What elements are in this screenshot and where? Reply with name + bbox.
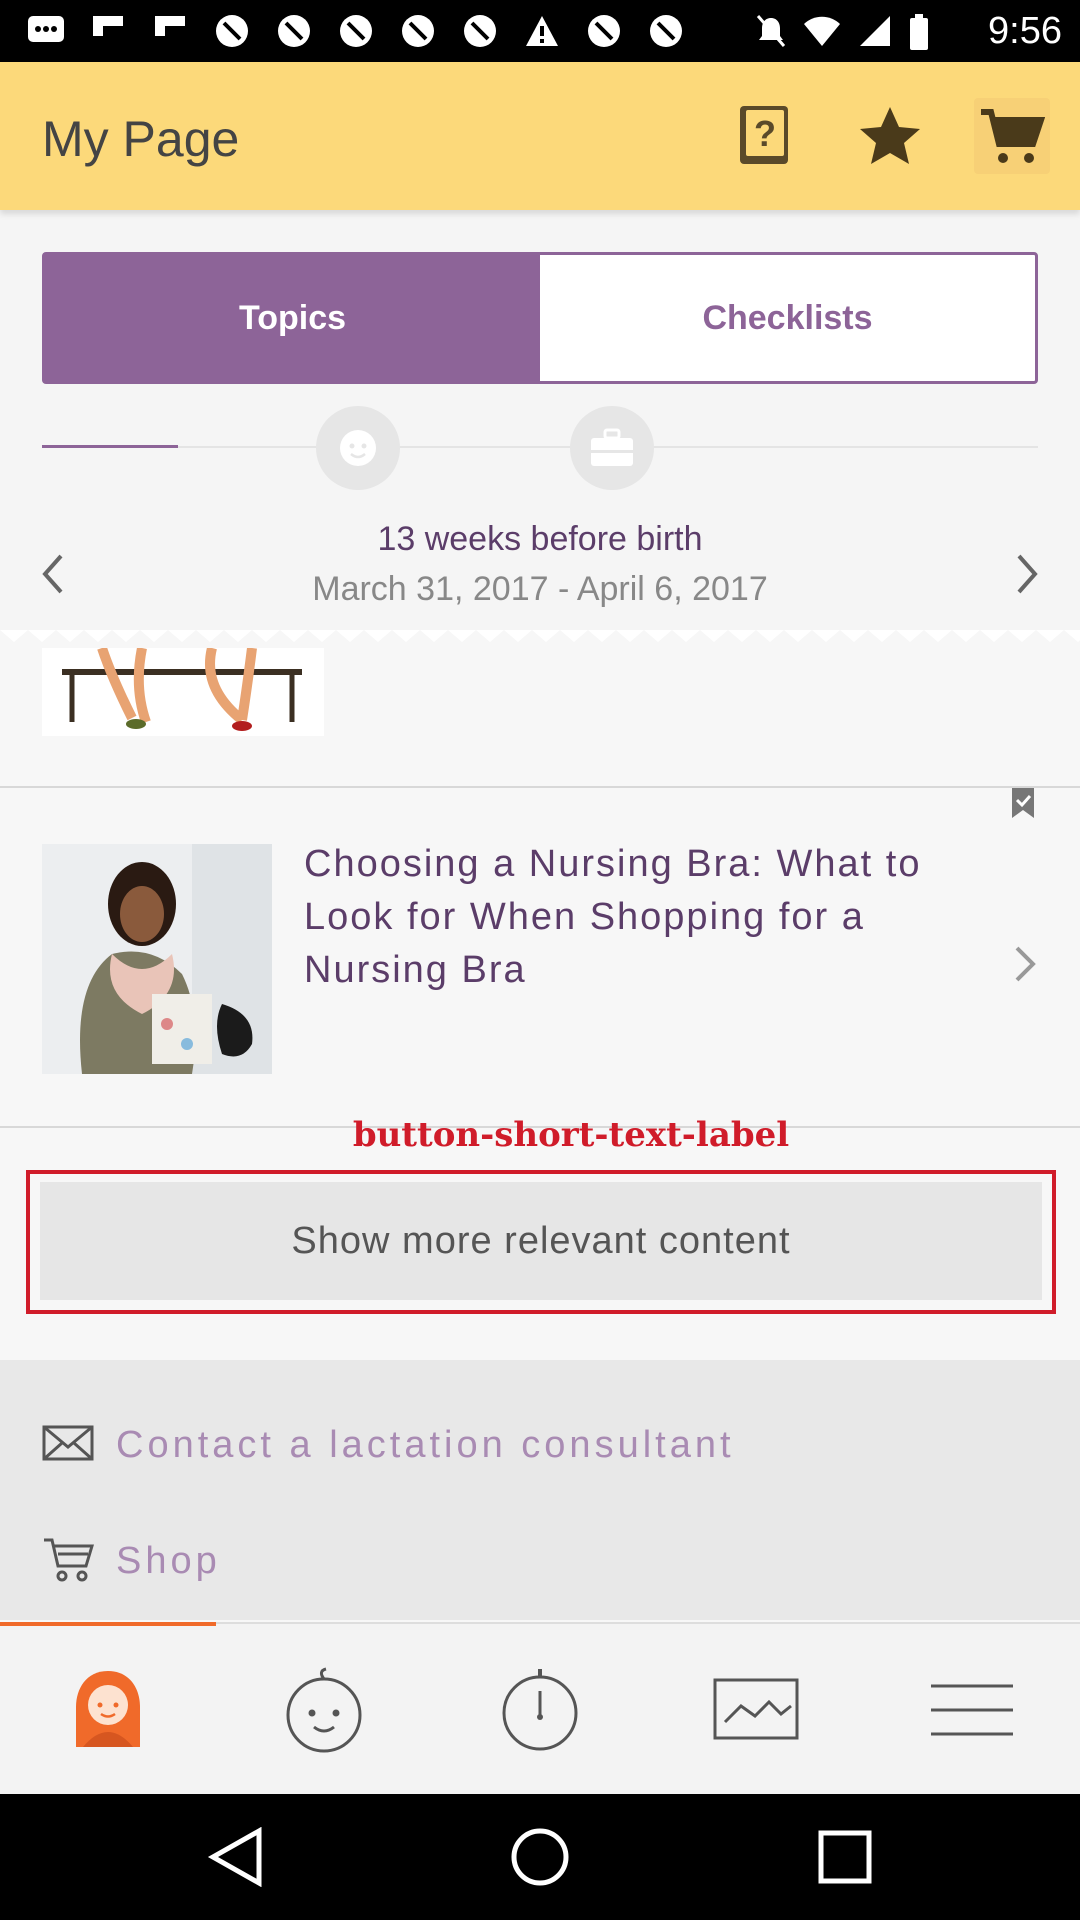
status-bar: 9:56	[0, 0, 1080, 62]
divider	[0, 786, 1080, 788]
zigzag-divider	[0, 630, 1080, 650]
no-sync-icon	[458, 12, 502, 50]
help-book-icon[interactable]: ?	[726, 98, 802, 174]
tab-topics[interactable]: Topics	[45, 255, 540, 381]
shop-link[interactable]: Shop	[42, 1526, 1042, 1596]
article-thumbnail[interactable]	[42, 844, 272, 1074]
silent-icon	[756, 14, 786, 55]
contact-lactation-label: Contact a lactation consultant	[116, 1423, 735, 1466]
timeline	[42, 400, 1038, 496]
clock: 9:56	[988, 10, 1062, 52]
baby-icon[interactable]	[274, 1660, 374, 1760]
signal-icon	[858, 14, 892, 55]
weeks-before-birth: 13 weeks before birth	[377, 520, 703, 558]
warning-icon	[520, 12, 564, 50]
battery-icon	[908, 14, 930, 55]
messages-icon	[24, 12, 68, 50]
svg-text:?: ?	[754, 113, 776, 154]
chart-icon[interactable]	[706, 1660, 806, 1760]
briefcase-icon[interactable]	[570, 406, 654, 490]
week-navigator: 13 weeks before birth March 31, 2017 - A…	[0, 510, 1080, 630]
page-title: My Page	[42, 111, 240, 167]
app-bar: My Page ?	[0, 62, 1080, 210]
no-sync-icon	[644, 12, 688, 50]
links-section: Contact a lactation consultant Shop	[0, 1360, 1080, 1620]
annotation-label: button-short-text-label	[352, 1115, 790, 1155]
no-sync-icon	[334, 12, 378, 50]
contact-lactation-link[interactable]: Contact a lactation consultant	[42, 1410, 1042, 1480]
envelope-icon	[42, 1425, 94, 1466]
previous-article-thumbnail[interactable]	[42, 648, 324, 736]
home-icon[interactable]	[507, 1824, 573, 1890]
active-tab-indicator	[0, 1622, 216, 1626]
content-feed: Choosing a Nursing Bra: What to Look for…	[0, 648, 1080, 1660]
mother-icon[interactable]	[58, 1660, 158, 1760]
chevron-right-icon[interactable]	[998, 534, 1058, 614]
no-sync-icon	[396, 12, 440, 50]
chevron-right-icon[interactable]	[1006, 934, 1046, 994]
no-sync-icon	[582, 12, 626, 50]
no-sync-icon	[272, 12, 316, 50]
cart-icon[interactable]	[974, 98, 1050, 174]
star-icon[interactable]	[852, 98, 928, 174]
flipboard-icon	[86, 12, 130, 50]
bookmark-icon[interactable]	[1008, 788, 1040, 820]
back-icon[interactable]	[202, 1824, 268, 1890]
no-sync-icon	[210, 12, 254, 50]
flipboard-icon	[148, 12, 192, 50]
timeline-track	[42, 446, 1038, 448]
system-navigation-bar	[0, 1794, 1080, 1920]
baby-face-icon[interactable]	[316, 406, 400, 490]
article-title[interactable]: Choosing a Nursing Bra: What to Look for…	[304, 838, 984, 997]
show-more-button[interactable]: Show more relevant content	[40, 1182, 1042, 1300]
timer-icon[interactable]	[490, 1660, 590, 1760]
timeline-progress	[42, 445, 178, 448]
cart-icon	[42, 1536, 95, 1587]
shop-label: Shop	[116, 1539, 221, 1582]
tab-checklists[interactable]: Checklists	[540, 255, 1035, 381]
week-date-range: March 31, 2017 - April 6, 2017	[312, 570, 768, 608]
segmented-control: Topics Checklists	[42, 252, 1038, 384]
bottom-navigation	[0, 1622, 1080, 1794]
notification-icons	[24, 12, 688, 50]
system-icons	[756, 14, 930, 55]
wifi-icon	[802, 14, 842, 55]
recents-icon[interactable]	[812, 1824, 878, 1890]
menu-icon[interactable]	[922, 1660, 1022, 1760]
